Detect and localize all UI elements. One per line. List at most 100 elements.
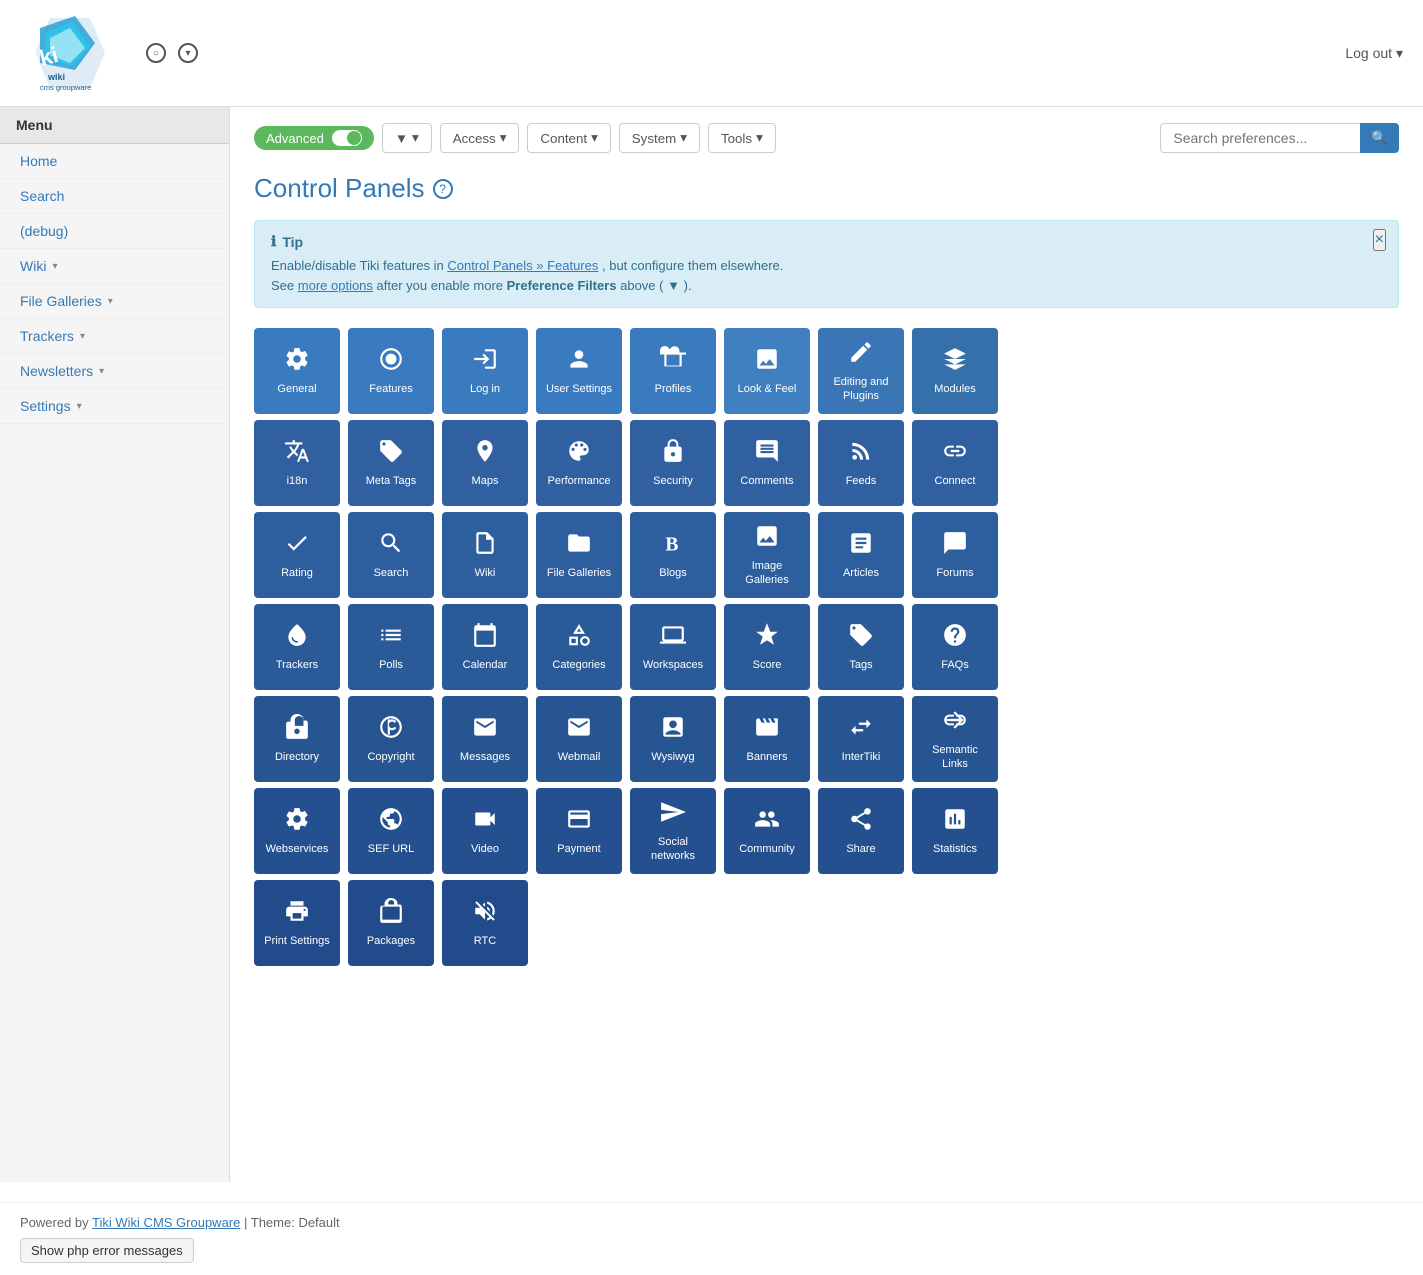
cp-item-modules[interactable]: Modules (912, 328, 998, 414)
cp-item-log-in[interactable]: Log in (442, 328, 528, 414)
cp-item-semantic-links[interactable]: Semantic Links (912, 696, 998, 782)
cp-item-social-networks[interactable]: Social networks (630, 788, 716, 874)
cp-label: Messages (460, 751, 510, 764)
sidebar-item-newsletters[interactable]: Newsletters ▾ (0, 354, 229, 389)
cp-item-print-settings[interactable]: Print Settings (254, 880, 340, 966)
cp-item-rtc[interactable]: RTC (442, 880, 528, 966)
sidebar-item-trackers[interactable]: Trackers ▾ (0, 319, 229, 354)
cp-label: Connect (935, 475, 976, 488)
cp-item-intertiki[interactable]: InterTiki (818, 696, 904, 782)
profiles-icon (660, 346, 686, 377)
cp-item-webmail[interactable]: Webmail (536, 696, 622, 782)
cp-item-score[interactable]: Score (724, 604, 810, 690)
cp-label: Profiles (655, 383, 692, 396)
cp-item-packages[interactable]: Packages (348, 880, 434, 966)
cp-item-directory[interactable]: Directory (254, 696, 340, 782)
cp-item-calendar[interactable]: Calendar (442, 604, 528, 690)
more-options-link[interactable]: more options (298, 278, 373, 293)
filter-icon: ▼ (395, 131, 408, 146)
cp-item-tags[interactable]: Tags (818, 604, 904, 690)
cp-item-profiles[interactable]: Profiles (630, 328, 716, 414)
sidebar-item-settings[interactable]: Settings ▾ (0, 389, 229, 424)
cp-item-wysiwyg[interactable]: Wysiwyg (630, 696, 716, 782)
circle-icon[interactable]: ○ (146, 43, 166, 63)
cp-item-copyright[interactable]: Copyright (348, 696, 434, 782)
content-button[interactable]: Content ▾ (527, 123, 610, 153)
cp-item-articles[interactable]: Articles (818, 512, 904, 598)
cp-item-forums[interactable]: Forums (912, 512, 998, 598)
cp-item-categories[interactable]: Categories (536, 604, 622, 690)
info-icon: ℹ (271, 233, 276, 250)
cp-item-rating[interactable]: Rating (254, 512, 340, 598)
cp-item-maps[interactable]: Maps (442, 420, 528, 506)
system-button[interactable]: System ▾ (619, 123, 700, 153)
chevron-down-icon[interactable]: ▾ (178, 43, 198, 63)
search-input[interactable] (1160, 123, 1360, 153)
cp-label: Tags (849, 659, 872, 672)
cp-item-sef-url[interactable]: SEF URL (348, 788, 434, 874)
cp-item-banners[interactable]: Banners (724, 696, 810, 782)
control-panels-link[interactable]: Control Panels » Features (447, 258, 598, 273)
cp-item-workspaces[interactable]: Workspaces (630, 604, 716, 690)
search-button[interactable]: 🔍 (1360, 123, 1399, 153)
sidebar-item-wiki[interactable]: Wiki ▾ (0, 249, 229, 284)
cp-item-messages[interactable]: Messages (442, 696, 528, 782)
image-galleries-icon (754, 523, 780, 554)
cp-label: Categories (552, 659, 605, 672)
cp-item-meta-tags[interactable]: Meta Tags (348, 420, 434, 506)
cp-item-performance[interactable]: Performance (536, 420, 622, 506)
sidebar-item-search[interactable]: Search (0, 179, 229, 214)
cp-item-community[interactable]: Community (724, 788, 810, 874)
faqs-icon (942, 622, 968, 653)
sidebar-item-file-galleries[interactable]: File Galleries ▾ (0, 284, 229, 319)
cp-item-blogs[interactable]: BBlogs (630, 512, 716, 598)
cp-item-faqs[interactable]: FAQs (912, 604, 998, 690)
cp-item-polls[interactable]: Polls (348, 604, 434, 690)
cp-item-connect[interactable]: Connect (912, 420, 998, 506)
cp-item-image-galleries[interactable]: Image Galleries (724, 512, 810, 598)
system-label: System (632, 131, 676, 146)
cp-item-statistics[interactable]: Statistics (912, 788, 998, 874)
cp-item-payment[interactable]: Payment (536, 788, 622, 874)
close-button[interactable]: × (1373, 229, 1386, 251)
cp-item-webservices[interactable]: Webservices (254, 788, 340, 874)
payment-icon (566, 806, 592, 837)
toggle-knob (347, 131, 361, 145)
toggle-switch[interactable] (332, 130, 362, 146)
security-icon (660, 438, 686, 469)
show-php-button[interactable]: Show php error messages (20, 1238, 194, 1263)
cp-item-wiki[interactable]: Wiki (442, 512, 528, 598)
cp-label: Community (739, 843, 795, 856)
cp-label: Search (374, 567, 409, 580)
logout-button[interactable]: Log out ▾ (1345, 45, 1403, 62)
footer-link[interactable]: Tiki Wiki CMS Groupware (92, 1215, 240, 1230)
cp-item-video[interactable]: Video (442, 788, 528, 874)
features-icon (378, 346, 404, 377)
score-icon (754, 622, 780, 653)
video-icon (472, 806, 498, 837)
cp-item-i18n[interactable]: i18n (254, 420, 340, 506)
cp-item-search[interactable]: Search (348, 512, 434, 598)
cp-item-trackers[interactable]: Trackers (254, 604, 340, 690)
cp-item-feeds[interactable]: Feeds (818, 420, 904, 506)
cp-item-comments[interactable]: Comments (724, 420, 810, 506)
cp-label: Calendar (463, 659, 508, 672)
cp-label: Wiki (475, 567, 496, 580)
cp-item-features[interactable]: Features (348, 328, 434, 414)
cp-label: Print Settings (264, 935, 329, 948)
cp-item-look-&-feel[interactable]: Look & Feel (724, 328, 810, 414)
cp-item-share[interactable]: Share (818, 788, 904, 874)
filter-button[interactable]: ▼ ▾ (382, 123, 432, 153)
cp-item-file-galleries[interactable]: File Galleries (536, 512, 622, 598)
help-icon[interactable]: ? (433, 179, 453, 199)
cp-item-user-settings[interactable]: User Settings (536, 328, 622, 414)
cp-item-general[interactable]: General (254, 328, 340, 414)
intertiki-icon (848, 714, 874, 745)
tools-button[interactable]: Tools ▾ (708, 123, 776, 153)
cp-item-security[interactable]: Security (630, 420, 716, 506)
sidebar-item-home[interactable]: Home (0, 144, 229, 179)
sidebar-item-debug[interactable]: (debug) (0, 214, 229, 249)
advanced-toggle[interactable]: Advanced (254, 126, 374, 150)
cp-item-editing-and-plugins[interactable]: Editing and Plugins (818, 328, 904, 414)
access-button[interactable]: Access ▾ (440, 123, 520, 153)
